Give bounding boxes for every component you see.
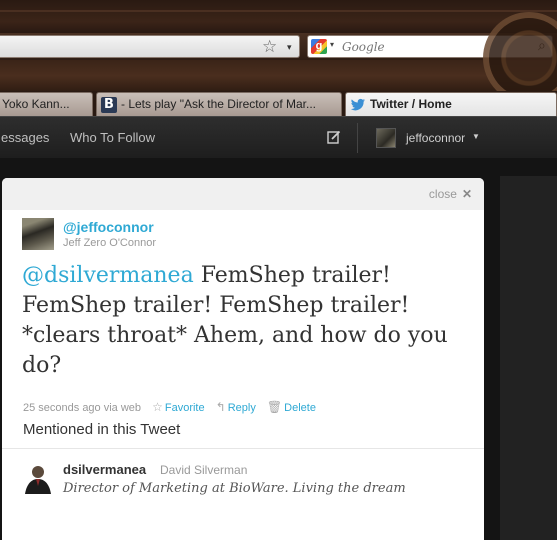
twitter-top-bar: essages Who To Follow jeffoconnor ▼ — [0, 116, 557, 158]
tab-blogger[interactable]: B - Lets play "Ask the Director of Mar... — [96, 92, 342, 116]
tab-label: Twitter / Home — [370, 97, 452, 111]
tweet-mention-link[interactable]: @dsilvermanea — [22, 263, 194, 288]
mentioned-user-bio: Director of Marketing at BioWare. Living… — [63, 481, 406, 496]
tweet-timestamp[interactable]: 25 seconds ago — [23, 402, 101, 414]
tab-label: - Lets play "Ask the Director of Mar... — [121, 97, 316, 111]
reply-arrow-icon[interactable]: ↰ — [216, 400, 226, 414]
close-icon: ✕ — [461, 187, 472, 201]
title-bar-edge — [0, 10, 557, 12]
trash-icon[interactable]: 🗑 — [267, 400, 282, 414]
close-label: close — [428, 187, 457, 201]
tweet-author-real-name: Jeff Zero O'Connor — [63, 237, 156, 249]
avatar[interactable] — [22, 218, 54, 250]
mentioned-user-screen-name[interactable]: dsilvermanea — [63, 462, 146, 477]
details-pane-header: close ✕ — [2, 178, 484, 210]
avatar[interactable] — [22, 462, 54, 494]
tweet-meta: 25 seconds ago via web ☆ Favorite ↰ Reply … — [23, 400, 316, 414]
navigation-toolbar: ☆ ▾ g ▾ ⌕ — [0, 33, 557, 60]
blogger-icon: B — [101, 96, 117, 113]
tweet-text: @dsilvermanea FemShep trailer! FemShep t… — [22, 261, 472, 381]
nav-who-to-follow[interactable]: Who To Follow — [70, 130, 155, 145]
right-column — [500, 176, 557, 540]
address-bar[interactable]: ☆ ▾ — [0, 35, 300, 58]
compose-tweet-icon[interactable] — [327, 130, 341, 144]
tab-strip: Yoko Kann... B - Lets play "Ask the Direc… — [0, 91, 557, 116]
top-bar-divider — [357, 123, 358, 153]
browser-title-bar — [0, 0, 557, 36]
bookmarks-toolbar — [0, 60, 557, 92]
person-photo-icon — [22, 462, 54, 494]
tweet-author-screen-name[interactable]: @jeffoconnor — [63, 219, 154, 235]
section-divider — [2, 448, 484, 449]
chevron-down-icon[interactable]: ▾ — [287, 39, 292, 55]
tab-yoko[interactable]: Yoko Kann... — [0, 92, 93, 116]
mentioned-user-real-name: David Silverman — [160, 463, 248, 477]
favorite-star-icon[interactable]: ☆ — [152, 400, 163, 414]
tab-label: Yoko Kann... — [2, 97, 70, 111]
twitter-bird-icon — [350, 98, 365, 111]
delete-button[interactable]: Delete — [284, 402, 316, 414]
close-button[interactable]: close ✕ — [429, 187, 472, 201]
chevron-down-icon[interactable]: ▼ — [472, 132, 480, 141]
bookmark-star-icon[interactable]: ☆ — [262, 37, 277, 57]
chevron-down-icon[interactable]: ▾ — [330, 40, 334, 49]
mentioned-heading: Mentioned in this Tweet — [23, 421, 181, 438]
tab-twitter-home[interactable]: Twitter / Home — [345, 92, 557, 116]
avatar[interactable] — [376, 128, 396, 148]
tweet-source: via web — [103, 402, 142, 414]
favorite-button[interactable]: Favorite — [165, 402, 205, 414]
nav-messages[interactable]: essages — [1, 130, 49, 145]
reply-button[interactable]: Reply — [228, 402, 256, 414]
account-menu-username[interactable]: jeffoconnor — [406, 131, 465, 145]
google-icon[interactable]: g — [311, 39, 327, 54]
tweet-details-pane: close ✕ @jeffoconnor Jeff Zero O'Connor @… — [2, 178, 484, 540]
